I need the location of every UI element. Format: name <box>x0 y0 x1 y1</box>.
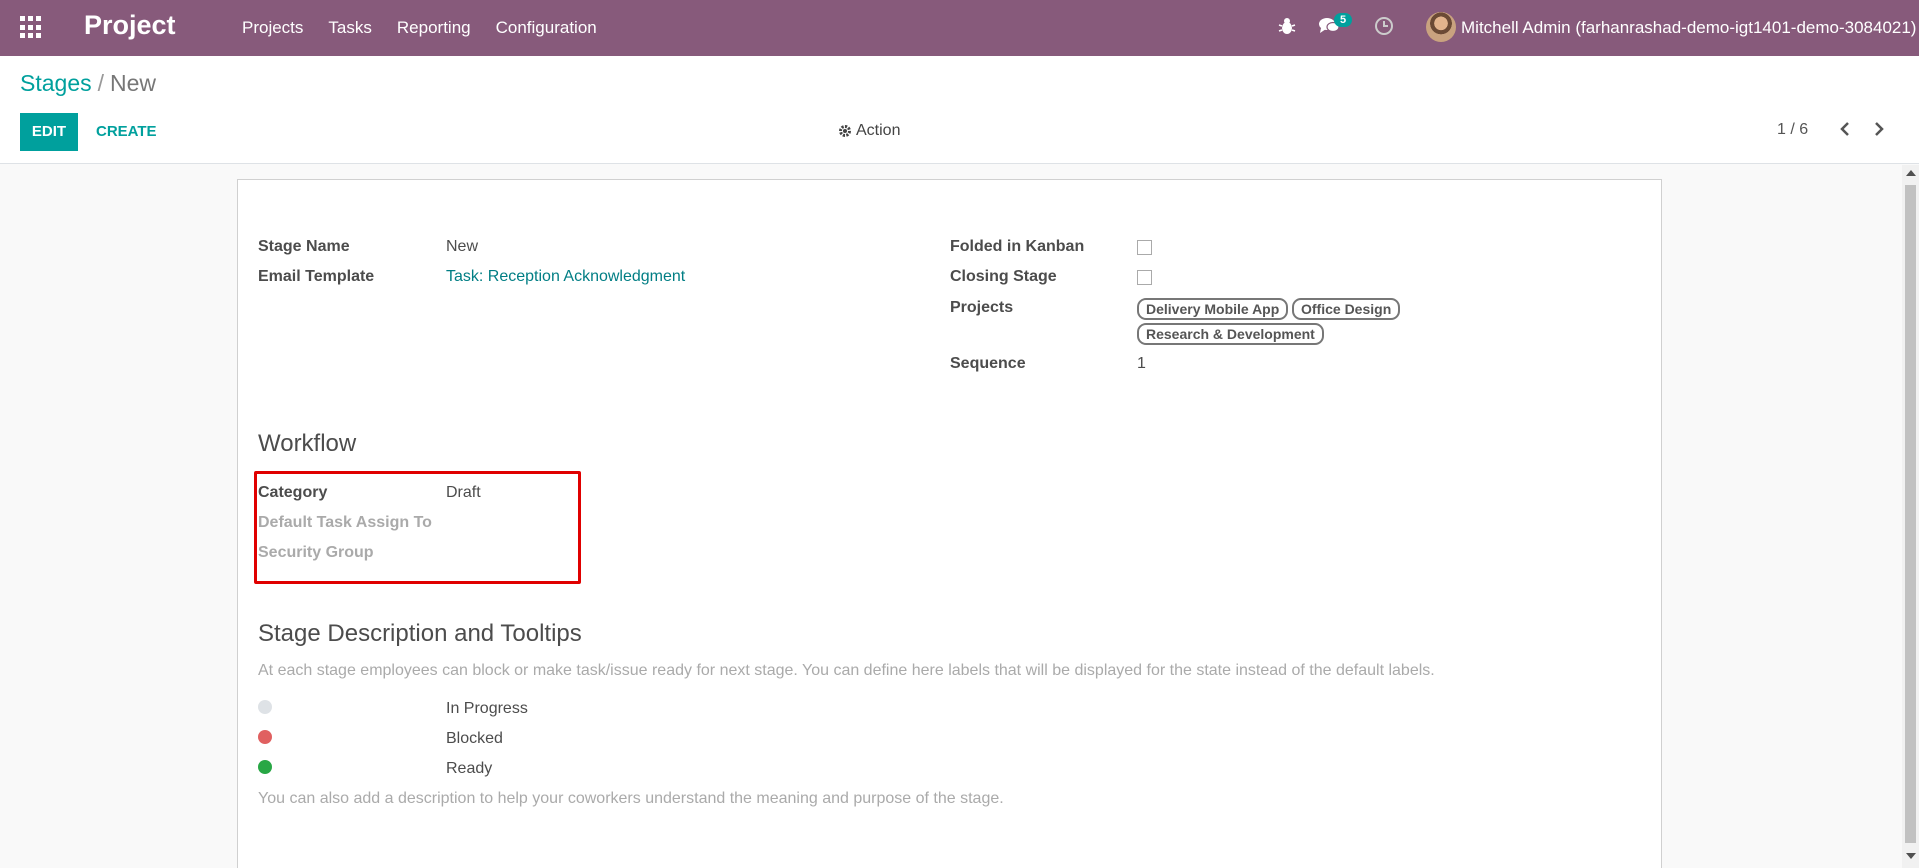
scroll-thumb[interactable] <box>1905 185 1916 843</box>
project-tag[interactable]: Delivery Mobile App <box>1137 298 1289 320</box>
control-panel: Stages / New EDIT CREATE Action 1 / 6 <box>0 56 1919 164</box>
gear-icon <box>839 125 851 137</box>
sequence-label: Sequence <box>950 355 1026 372</box>
breadcrumb: Stages / New <box>20 70 156 97</box>
ready-dot <box>258 760 272 774</box>
menu-configuration[interactable]: Configuration <box>496 18 597 38</box>
project-tag[interactable]: Office Design <box>1292 298 1401 320</box>
closing-stage-label: Closing Stage <box>950 268 1057 285</box>
chat-count-badge: 5 <box>1334 13 1353 27</box>
pager-value[interactable]: 1 / 6 <box>1777 121 1808 139</box>
category-value: Draft <box>446 484 481 501</box>
closing-stage-checkbox[interactable] <box>1137 270 1152 285</box>
chevron-left-icon[interactable] <box>1838 120 1852 138</box>
email-template-link[interactable]: Task: Reception Acknowledgment <box>446 268 685 286</box>
stage-name-label: Stage Name <box>258 238 350 255</box>
breadcrumb-separator: / <box>97 70 104 96</box>
projects-label: Projects <box>950 299 1014 316</box>
breadcrumb-current: New <box>110 70 157 96</box>
apps-menu-icon[interactable] <box>20 16 43 39</box>
menu-projects[interactable]: Projects <box>242 18 303 38</box>
security-group-label: Security Group <box>258 544 374 561</box>
stage-name-value: New <box>446 238 479 255</box>
user-menu[interactable]: Mitchell Admin (farhanrashad-demo-igt140… <box>1461 18 1916 38</box>
vertical-scrollbar[interactable] <box>1902 165 1919 868</box>
email-template-label: Email Template <box>258 268 375 285</box>
avatar[interactable] <box>1426 12 1456 42</box>
top-navbar: Project Projects Tasks Reporting Configu… <box>0 0 1919 56</box>
action-label: Action <box>856 122 901 139</box>
ready-label: Ready <box>446 760 493 777</box>
stage-description-help: At each stage employees can block or mak… <box>258 662 1435 679</box>
action-dropdown[interactable]: Action <box>838 122 900 140</box>
menu-reporting[interactable]: Reporting <box>397 18 471 38</box>
scroll-up-arrow[interactable] <box>1906 170 1916 176</box>
sequence-value: 1 <box>1137 355 1146 372</box>
workflow-title: Workflow <box>258 430 357 457</box>
main-menu: Projects Tasks Reporting Configuration <box>242 0 597 56</box>
blocked-label: Blocked <box>446 730 503 747</box>
bug-icon[interactable] <box>1278 16 1296 36</box>
stage-description-footer: You can also add a description to help y… <box>258 790 1004 807</box>
clock-icon[interactable] <box>1374 16 1394 36</box>
in-progress-dot <box>258 700 272 714</box>
scroll-down-arrow[interactable] <box>1906 853 1916 859</box>
blocked-dot <box>258 730 272 744</box>
folded-kanban-label: Folded in Kanban <box>950 238 1085 255</box>
in-progress-label: In Progress <box>446 700 528 717</box>
chevron-right-icon[interactable] <box>1872 120 1886 138</box>
menu-tasks[interactable]: Tasks <box>328 18 371 38</box>
edit-button[interactable]: EDIT <box>20 113 78 151</box>
create-button[interactable]: CREATE <box>96 113 157 151</box>
folded-kanban-checkbox[interactable] <box>1137 240 1152 255</box>
project-tag[interactable]: Research & Development <box>1137 323 1324 345</box>
stage-description-title: Stage Description and Tooltips <box>258 620 582 647</box>
category-label: Category <box>258 484 328 501</box>
breadcrumb-stages[interactable]: Stages <box>20 70 92 96</box>
default-assign-label: Default Task Assign To <box>258 514 432 531</box>
app-brand: Project <box>84 10 176 40</box>
